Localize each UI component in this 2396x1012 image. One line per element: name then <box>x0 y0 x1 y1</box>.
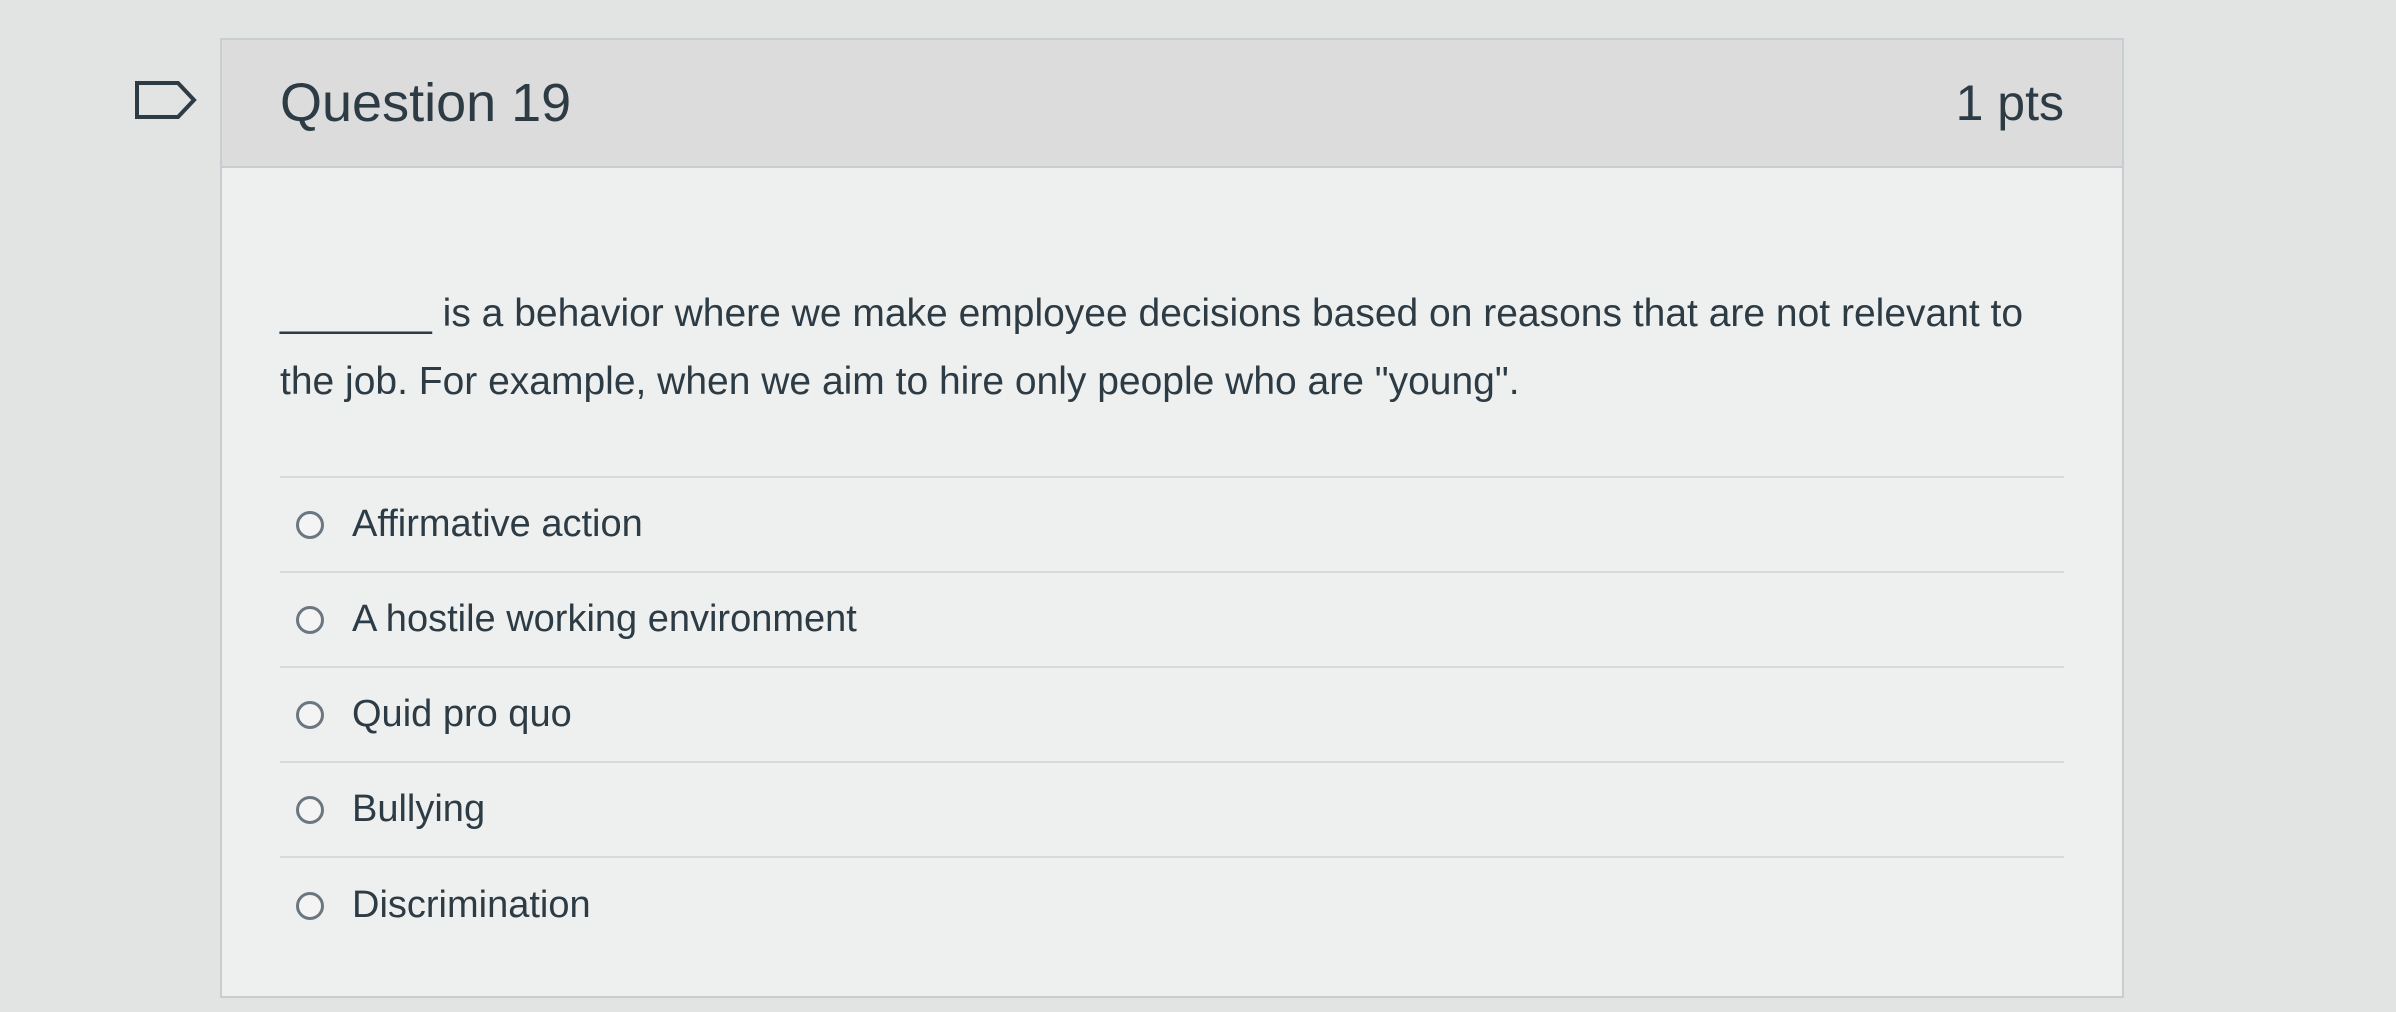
answer-option-hostile-environment[interactable]: A hostile working environment <box>280 573 2064 668</box>
flag-question-icon[interactable] <box>134 80 198 120</box>
question-card: Question 19 1 pts _______ is a behavior … <box>220 38 2124 998</box>
radio-button-icon[interactable] <box>296 605 324 634</box>
question-body: _______ is a behavior where we make empl… <box>222 168 2122 953</box>
question-title: Question 19 <box>280 73 572 133</box>
answer-option-quid-pro-quo[interactable]: Quid pro quo <box>280 668 2064 763</box>
answer-option-discrimination[interactable]: Discrimination <box>280 858 2064 953</box>
radio-button-icon[interactable] <box>296 891 324 920</box>
answer-list: Affirmative action A hostile working env… <box>280 476 2064 953</box>
answer-label[interactable]: Discrimination <box>352 884 591 927</box>
radio-button-icon[interactable] <box>296 795 324 824</box>
answer-label[interactable]: A hostile working environment <box>352 598 857 641</box>
question-points: 1 pts <box>1955 75 2064 131</box>
answer-label[interactable]: Bullying <box>352 788 485 831</box>
answer-label[interactable]: Affirmative action <box>352 503 643 546</box>
answer-option-bullying[interactable]: Bullying <box>280 763 2064 858</box>
question-header: Question 19 1 pts <box>222 40 2122 168</box>
radio-button-icon[interactable] <box>296 700 324 729</box>
question-prompt: _______ is a behavior where we make empl… <box>280 292 2024 403</box>
answer-label[interactable]: Quid pro quo <box>352 693 572 736</box>
radio-button-icon[interactable] <box>296 510 324 539</box>
answer-option-affirmative-action[interactable]: Affirmative action <box>280 478 2064 573</box>
